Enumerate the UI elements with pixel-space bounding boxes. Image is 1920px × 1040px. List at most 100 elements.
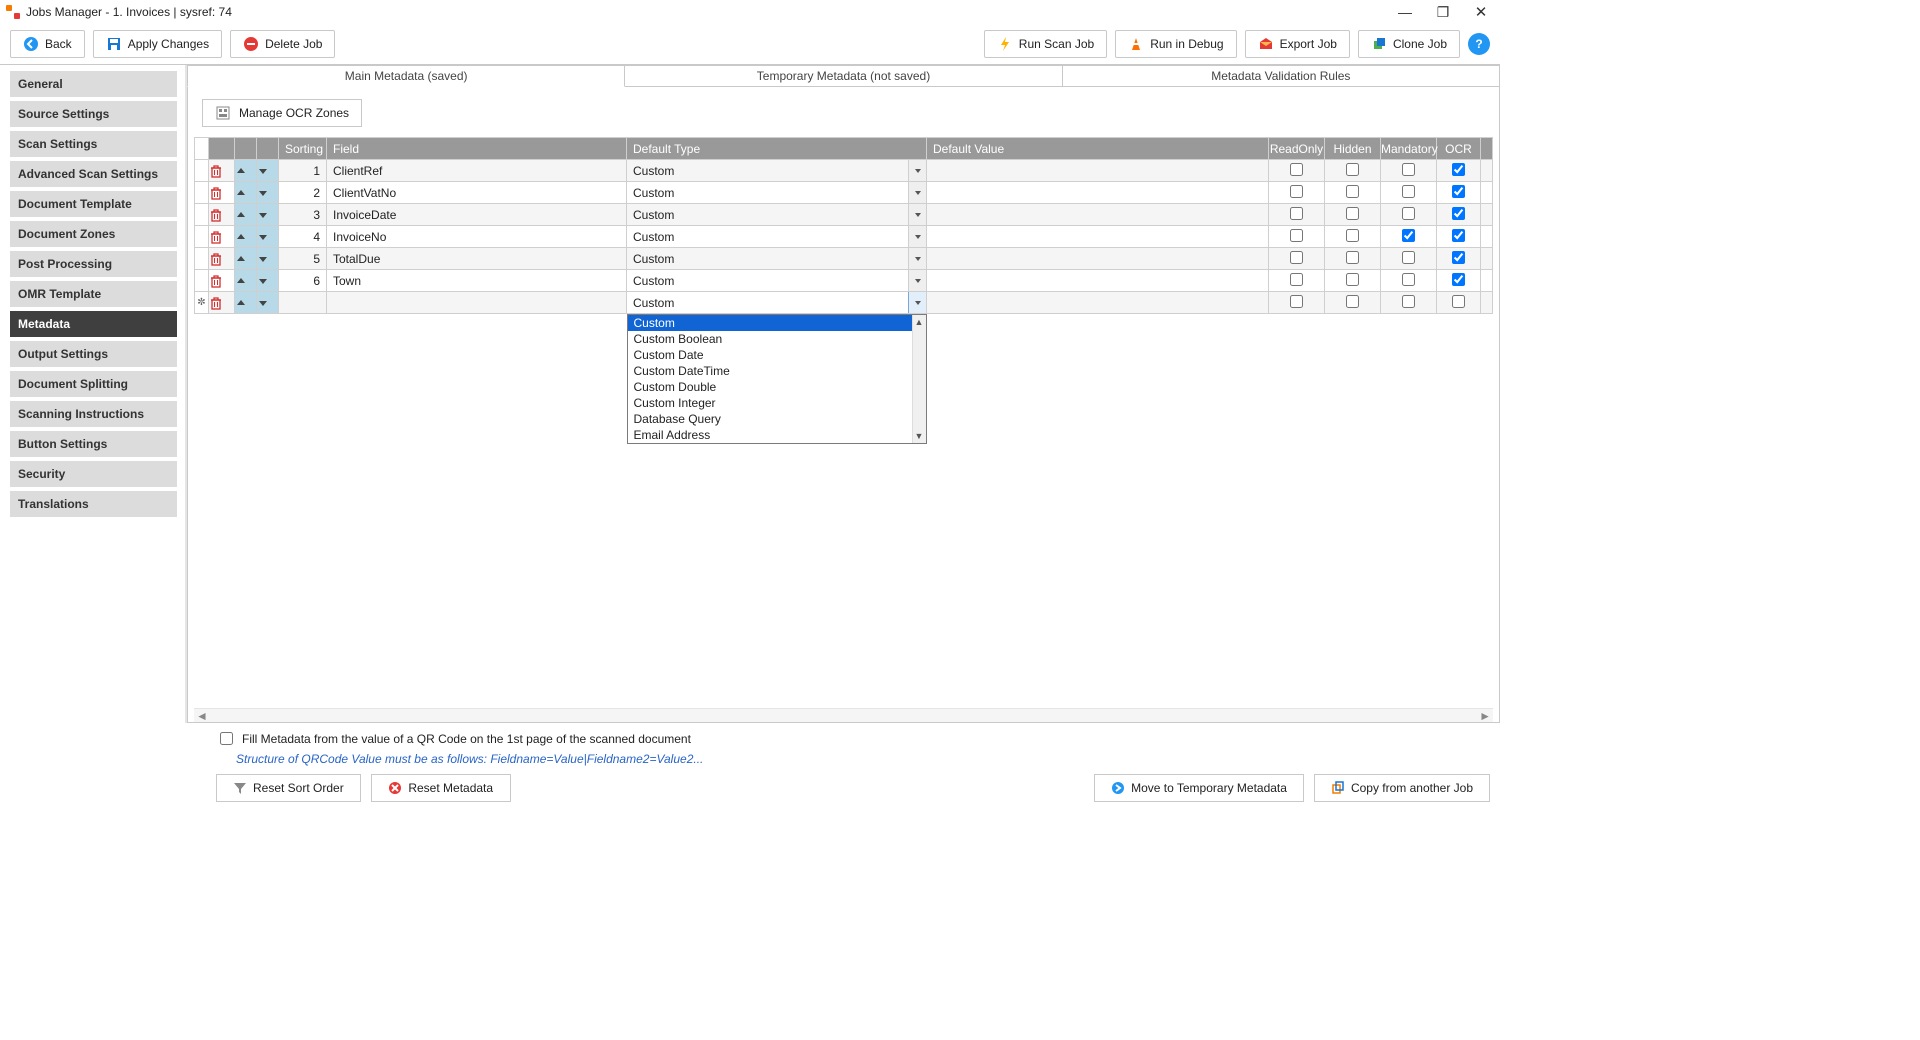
dropdown-option[interactable]: Custom Double xyxy=(628,379,926,395)
field-cell[interactable]: ClientVatNo xyxy=(327,182,627,204)
dropdown-option[interactable]: Custom Date xyxy=(628,347,926,363)
mandatory-checkbox[interactable] xyxy=(1381,204,1437,226)
hidden-checkbox[interactable] xyxy=(1325,204,1381,226)
sidebar-item-document-zones[interactable]: Document Zones xyxy=(10,221,177,247)
default-type-cell[interactable]: Custom xyxy=(627,226,927,248)
mandatory-checkbox[interactable] xyxy=(1381,270,1437,292)
reset-metadata-button[interactable]: Reset Metadata xyxy=(371,774,511,802)
move-up-button[interactable] xyxy=(235,226,257,248)
field-cell[interactable]: InvoiceDate xyxy=(327,204,627,226)
readonly-checkbox[interactable] xyxy=(1269,292,1325,314)
minimize-button[interactable]: — xyxy=(1386,0,1424,24)
default-value-cell[interactable] xyxy=(927,182,1269,204)
tab-main-metadata[interactable]: Main Metadata (saved) xyxy=(187,65,625,87)
dropdown-option[interactable]: Custom xyxy=(628,315,926,331)
field-cell[interactable]: InvoiceNo xyxy=(327,226,627,248)
default-type-dropdown[interactable]: CustomCustom BooleanCustom DateCustom Da… xyxy=(627,314,927,444)
col-default-value[interactable]: Default Value xyxy=(927,138,1269,160)
sidebar-item-source-settings[interactable]: Source Settings xyxy=(10,101,177,127)
hidden-checkbox[interactable] xyxy=(1325,270,1381,292)
move-to-temp-button[interactable]: Move to Temporary Metadata xyxy=(1094,774,1304,802)
move-down-button[interactable] xyxy=(257,292,279,314)
hidden-checkbox[interactable] xyxy=(1325,248,1381,270)
mandatory-checkbox[interactable] xyxy=(1381,182,1437,204)
field-cell[interactable] xyxy=(327,292,627,314)
help-button[interactable]: ? xyxy=(1468,33,1490,55)
col-readonly[interactable]: ReadOnly xyxy=(1269,138,1325,160)
tab-validation-rules[interactable]: Metadata Validation Rules xyxy=(1063,65,1500,87)
move-up-button[interactable] xyxy=(235,160,257,182)
sidebar-item-advanced-scan-settings[interactable]: Advanced Scan Settings xyxy=(10,161,177,187)
move-up-button[interactable] xyxy=(235,248,257,270)
sidebar-item-omr-template[interactable]: OMR Template xyxy=(10,281,177,307)
move-up-button[interactable] xyxy=(235,292,257,314)
ocr-checkbox[interactable] xyxy=(1437,248,1481,270)
field-cell[interactable]: TotalDue xyxy=(327,248,627,270)
delete-row-button[interactable] xyxy=(209,226,235,248)
sidebar-item-security[interactable]: Security xyxy=(10,461,177,487)
mandatory-checkbox[interactable] xyxy=(1381,226,1437,248)
ocr-checkbox[interactable] xyxy=(1437,292,1481,314)
mandatory-checkbox[interactable] xyxy=(1381,292,1437,314)
delete-row-button[interactable] xyxy=(209,292,235,314)
default-type-cell[interactable]: Custom xyxy=(627,270,927,292)
hidden-checkbox[interactable] xyxy=(1325,292,1381,314)
move-down-button[interactable] xyxy=(257,160,279,182)
delete-row-button[interactable] xyxy=(209,182,235,204)
default-value-cell[interactable] xyxy=(927,204,1269,226)
sorting-cell[interactable]: 1 xyxy=(279,160,327,182)
ocr-checkbox[interactable] xyxy=(1437,204,1481,226)
run-debug-button[interactable]: Run in Debug xyxy=(1115,30,1236,58)
delete-row-button[interactable] xyxy=(209,248,235,270)
clone-job-button[interactable]: Clone Job xyxy=(1358,30,1460,58)
move-up-button[interactable] xyxy=(235,182,257,204)
readonly-checkbox[interactable] xyxy=(1269,270,1325,292)
delete-row-button[interactable] xyxy=(209,204,235,226)
sidebar-item-scan-settings[interactable]: Scan Settings xyxy=(10,131,177,157)
col-default-type[interactable]: Default Type xyxy=(627,138,927,160)
sidebar-item-post-processing[interactable]: Post Processing xyxy=(10,251,177,277)
delete-row-button[interactable] xyxy=(209,270,235,292)
mandatory-checkbox[interactable] xyxy=(1381,248,1437,270)
hidden-checkbox[interactable] xyxy=(1325,182,1381,204)
dropdown-option[interactable]: Custom Integer xyxy=(628,395,926,411)
scroll-up-icon[interactable]: ▲ xyxy=(913,315,926,329)
readonly-checkbox[interactable] xyxy=(1269,248,1325,270)
col-ocr[interactable]: OCR xyxy=(1437,138,1481,160)
sidebar-item-scanning-instructions[interactable]: Scanning Instructions xyxy=(10,401,177,427)
chevron-down-icon[interactable] xyxy=(908,270,926,291)
tab-temp-metadata[interactable]: Temporary Metadata (not saved) xyxy=(625,65,1062,87)
delete-job-button[interactable]: Delete Job xyxy=(230,30,335,58)
readonly-checkbox[interactable] xyxy=(1269,160,1325,182)
default-value-cell[interactable] xyxy=(927,248,1269,270)
move-up-button[interactable] xyxy=(235,270,257,292)
sorting-cell[interactable]: 4 xyxy=(279,226,327,248)
ocr-checkbox[interactable] xyxy=(1437,270,1481,292)
default-value-cell[interactable] xyxy=(927,160,1269,182)
hidden-checkbox[interactable] xyxy=(1325,226,1381,248)
sorting-cell[interactable]: 6 xyxy=(279,270,327,292)
readonly-checkbox[interactable] xyxy=(1269,204,1325,226)
default-type-cell[interactable]: Custom xyxy=(627,182,927,204)
col-sorting[interactable]: Sorting xyxy=(279,138,327,160)
chevron-down-icon[interactable] xyxy=(908,182,926,203)
col-field[interactable]: Field xyxy=(327,138,627,160)
sidebar-item-metadata[interactable]: Metadata xyxy=(10,311,177,337)
grid-vscroll[interactable] xyxy=(1481,138,1493,160)
dropdown-option[interactable]: Database Query xyxy=(628,411,926,427)
ocr-checkbox[interactable] xyxy=(1437,160,1481,182)
manage-ocr-zones-button[interactable]: Manage OCR Zones xyxy=(202,99,362,127)
default-value-cell[interactable] xyxy=(927,292,1269,314)
fill-from-qr-checkbox[interactable] xyxy=(220,732,233,745)
mandatory-checkbox[interactable] xyxy=(1381,160,1437,182)
dropdown-option[interactable]: Custom Boolean xyxy=(628,331,926,347)
sorting-cell[interactable]: 2 xyxy=(279,182,327,204)
move-down-button[interactable] xyxy=(257,182,279,204)
apply-changes-button[interactable]: Apply Changes xyxy=(93,30,222,58)
move-down-button[interactable] xyxy=(257,226,279,248)
chevron-down-icon[interactable] xyxy=(908,226,926,247)
default-value-cell[interactable] xyxy=(927,226,1269,248)
default-type-cell[interactable]: Custom xyxy=(627,204,927,226)
col-mandatory[interactable]: Mandatory xyxy=(1381,138,1437,160)
default-type-cell[interactable]: Custom xyxy=(627,160,927,182)
